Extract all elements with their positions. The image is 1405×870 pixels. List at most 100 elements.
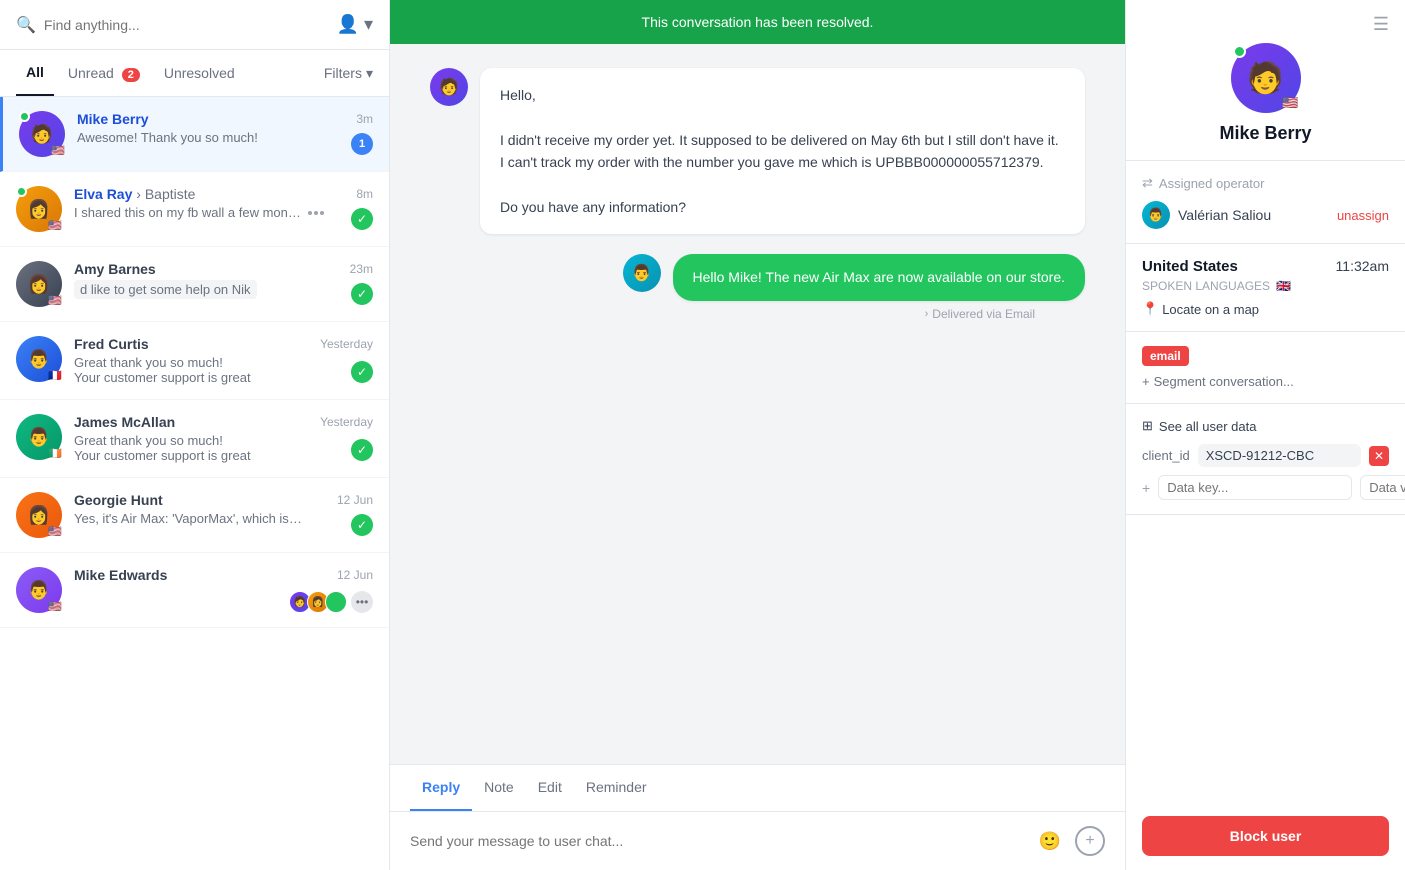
avatar-wrap: 👨 🇫🇷 xyxy=(16,336,62,382)
conv-status: ✓ xyxy=(351,439,373,461)
conversation-list: 🧑 🇺🇸 Mike Berry 3m Awesome! Thank you so… xyxy=(0,97,389,870)
assigned-operator-section: ⇄ Assigned operator 👨 Valérian Saliou un… xyxy=(1126,161,1405,244)
conv-content: Georgie Hunt 12 Jun Yes, it's Air Max: '… xyxy=(74,492,373,526)
check-icon: ✓ xyxy=(351,283,373,305)
list-item[interactable]: 👩 🇺🇸 Elva Ray › Baptiste 8m I shared thi… xyxy=(0,172,389,247)
conv-time: Yesterday xyxy=(320,415,373,429)
conv-time: 12 Jun xyxy=(337,568,373,582)
conv-preview: d like to get some help on Nik xyxy=(74,280,257,299)
data-key: client_id xyxy=(1142,448,1190,463)
resolved-banner: This conversation has been resolved. xyxy=(390,0,1125,44)
operator-name: Valérian Saliou xyxy=(1178,207,1329,223)
conv-name: Georgie Hunt xyxy=(74,492,163,508)
locate-on-map-button[interactable]: 📍 Locate on a map xyxy=(1142,301,1389,317)
tab-unresolved[interactable]: Unresolved xyxy=(154,51,245,95)
right-panel: ☰ 🧑 🇺🇸 Mike Berry ⇄ Assigned operator 👨 … xyxy=(1125,0,1405,870)
location-section: United States 11:32am SPOKEN LANGUAGES 🇬… xyxy=(1126,244,1405,332)
list-item[interactable]: 👩 🇺🇸 Georgie Hunt 12 Jun Yes, it's Air M… xyxy=(0,478,389,553)
sidebar: 🔍 👤 ▾ All Unread 2 Unresolved Filters ▾ … xyxy=(0,0,390,870)
mini-avatar xyxy=(325,591,347,613)
user-icon[interactable]: 👤 ▾ xyxy=(337,14,373,35)
conv-content: Amy Barnes 23m d like to get some help o… xyxy=(74,261,373,304)
rp-user: 🧑 🇺🇸 Mike Berry xyxy=(1126,35,1405,161)
unassign-button[interactable]: unassign xyxy=(1337,208,1389,223)
tags-section: email + Segment conversation... xyxy=(1126,332,1405,404)
spoken-languages: SPOKEN LANGUAGES 🇬🇧 xyxy=(1142,279,1389,293)
chevron-down-icon: ▾ xyxy=(366,65,373,82)
conv-status: ✓ xyxy=(351,283,373,305)
data-key-input[interactable] xyxy=(1158,475,1352,500)
tab-note[interactable]: Note xyxy=(472,765,526,811)
spacer xyxy=(1126,515,1405,802)
flag-icon: 🇺🇸 xyxy=(1282,95,1298,111)
delivered-status: › Delivered via Email xyxy=(925,307,1085,321)
reply-input[interactable] xyxy=(410,833,1023,849)
search-input[interactable] xyxy=(44,17,329,33)
conv-preview: Great thank you so much!Your customer su… xyxy=(74,433,304,463)
add-data-row: + xyxy=(1142,475,1389,500)
reply-tabs: Reply Note Edit Reminder xyxy=(390,765,1125,812)
conv-header: Amy Barnes 23m xyxy=(74,261,373,277)
tab-unread[interactable]: Unread 2 xyxy=(58,51,150,96)
conv-time: 8m xyxy=(356,187,373,201)
more-options-icon[interactable]: ••• xyxy=(351,591,373,613)
menu-icon[interactable]: ☰ xyxy=(1373,14,1389,35)
conv-time: 23m xyxy=(350,262,373,276)
plus-icon: + xyxy=(1142,374,1150,389)
conv-preview: I shared this on my fb wall a few months… xyxy=(74,205,304,220)
conv-header: Elva Ray › Baptiste 8m xyxy=(74,186,373,202)
chat-messages: 🧑 Hello, I didn't receive my order yet. … xyxy=(390,44,1125,764)
conv-header: Mike Berry 3m xyxy=(77,111,373,127)
grid-icon: ⊞ xyxy=(1142,418,1153,434)
tab-filters[interactable]: Filters ▾ xyxy=(324,65,373,82)
tab-reply[interactable]: Reply xyxy=(410,765,472,811)
tab-all[interactable]: All xyxy=(16,50,54,96)
conv-preview: Yes, it's Air Max: 'VaporMax', which is … xyxy=(74,511,304,526)
message-bubble: Hello, I didn't receive my order yet. It… xyxy=(480,68,1085,234)
message-avatar: 🧑 xyxy=(430,68,468,106)
reply-icons: 🙂 + xyxy=(1035,826,1105,856)
list-item[interactable]: 👩 🇺🇸 Amy Barnes 23m d like to get some h… xyxy=(0,247,389,322)
conv-status: ✓ xyxy=(351,514,373,536)
data-value-input[interactable] xyxy=(1360,475,1405,500)
shuffle-icon: ⇄ xyxy=(1142,175,1153,191)
conv-name: James McAllan xyxy=(74,414,175,430)
conv-preview: Great thank you so much!Your customer su… xyxy=(74,355,304,385)
flag-icon: 🇺🇸 xyxy=(48,221,62,232)
flag-icon: 🇺🇸 xyxy=(48,602,62,613)
avatar-wrap: 👩 🇺🇸 xyxy=(16,186,62,232)
operator-avatar: 👨 xyxy=(1142,201,1170,229)
delete-data-button[interactable]: ✕ xyxy=(1369,446,1389,466)
conv-content: Elva Ray › Baptiste 8m I shared this on … xyxy=(74,186,373,220)
list-item[interactable]: 👨 🇮🇪 James McAllan Yesterday Great thank… xyxy=(0,400,389,478)
avatar-wrap: 👩 🇺🇸 xyxy=(16,261,62,307)
search-icon: 🔍 xyxy=(16,15,36,35)
list-item[interactable]: 🧑 🇺🇸 Mike Berry 3m Awesome! Thank you so… xyxy=(0,97,389,172)
location-row: United States 11:32am xyxy=(1142,258,1389,275)
conv-status: 🧑 👩 ••• xyxy=(289,591,373,613)
block-user-section: Block user xyxy=(1126,802,1405,870)
data-row: client_id XSCD-91212-CBC ✕ xyxy=(1142,444,1389,467)
conv-header: Georgie Hunt 12 Jun xyxy=(74,492,373,508)
message-bubble: Hello Mike! The new Air Max are now avai… xyxy=(673,254,1085,300)
block-user-button[interactable]: Block user xyxy=(1142,816,1389,856)
see-all-data-button[interactable]: ⊞ See all user data xyxy=(1142,418,1389,434)
search-bar: 🔍 👤 ▾ xyxy=(0,0,389,50)
tab-edit[interactable]: Edit xyxy=(526,765,574,811)
list-item[interactable]: 👨 🇫🇷 Fred Curtis Yesterday Great thank y… xyxy=(0,322,389,400)
operator-row: 👨 Valérian Saliou unassign xyxy=(1142,201,1389,229)
plus-icon: + xyxy=(1142,480,1150,496)
location-pin-icon: 📍 xyxy=(1142,301,1158,317)
reply-input-row: 🙂 + xyxy=(390,812,1125,870)
check-icon: ✓ xyxy=(351,439,373,461)
online-indicator xyxy=(16,186,27,197)
time-label: 11:32am xyxy=(1336,258,1389,274)
conv-name: Amy Barnes xyxy=(74,261,156,277)
conv-time: 12 Jun xyxy=(337,493,373,507)
add-segment-button[interactable]: + Segment conversation... xyxy=(1142,374,1389,389)
tab-reminder[interactable]: Reminder xyxy=(574,765,659,811)
add-attachment-button[interactable]: + xyxy=(1075,826,1105,856)
list-item[interactable]: 👨 🇺🇸 Mike Edwards 12 Jun 🧑 👩 ••• xyxy=(0,553,389,628)
emoji-button[interactable]: 🙂 xyxy=(1035,826,1065,856)
conv-name: Mike Berry xyxy=(77,111,149,127)
